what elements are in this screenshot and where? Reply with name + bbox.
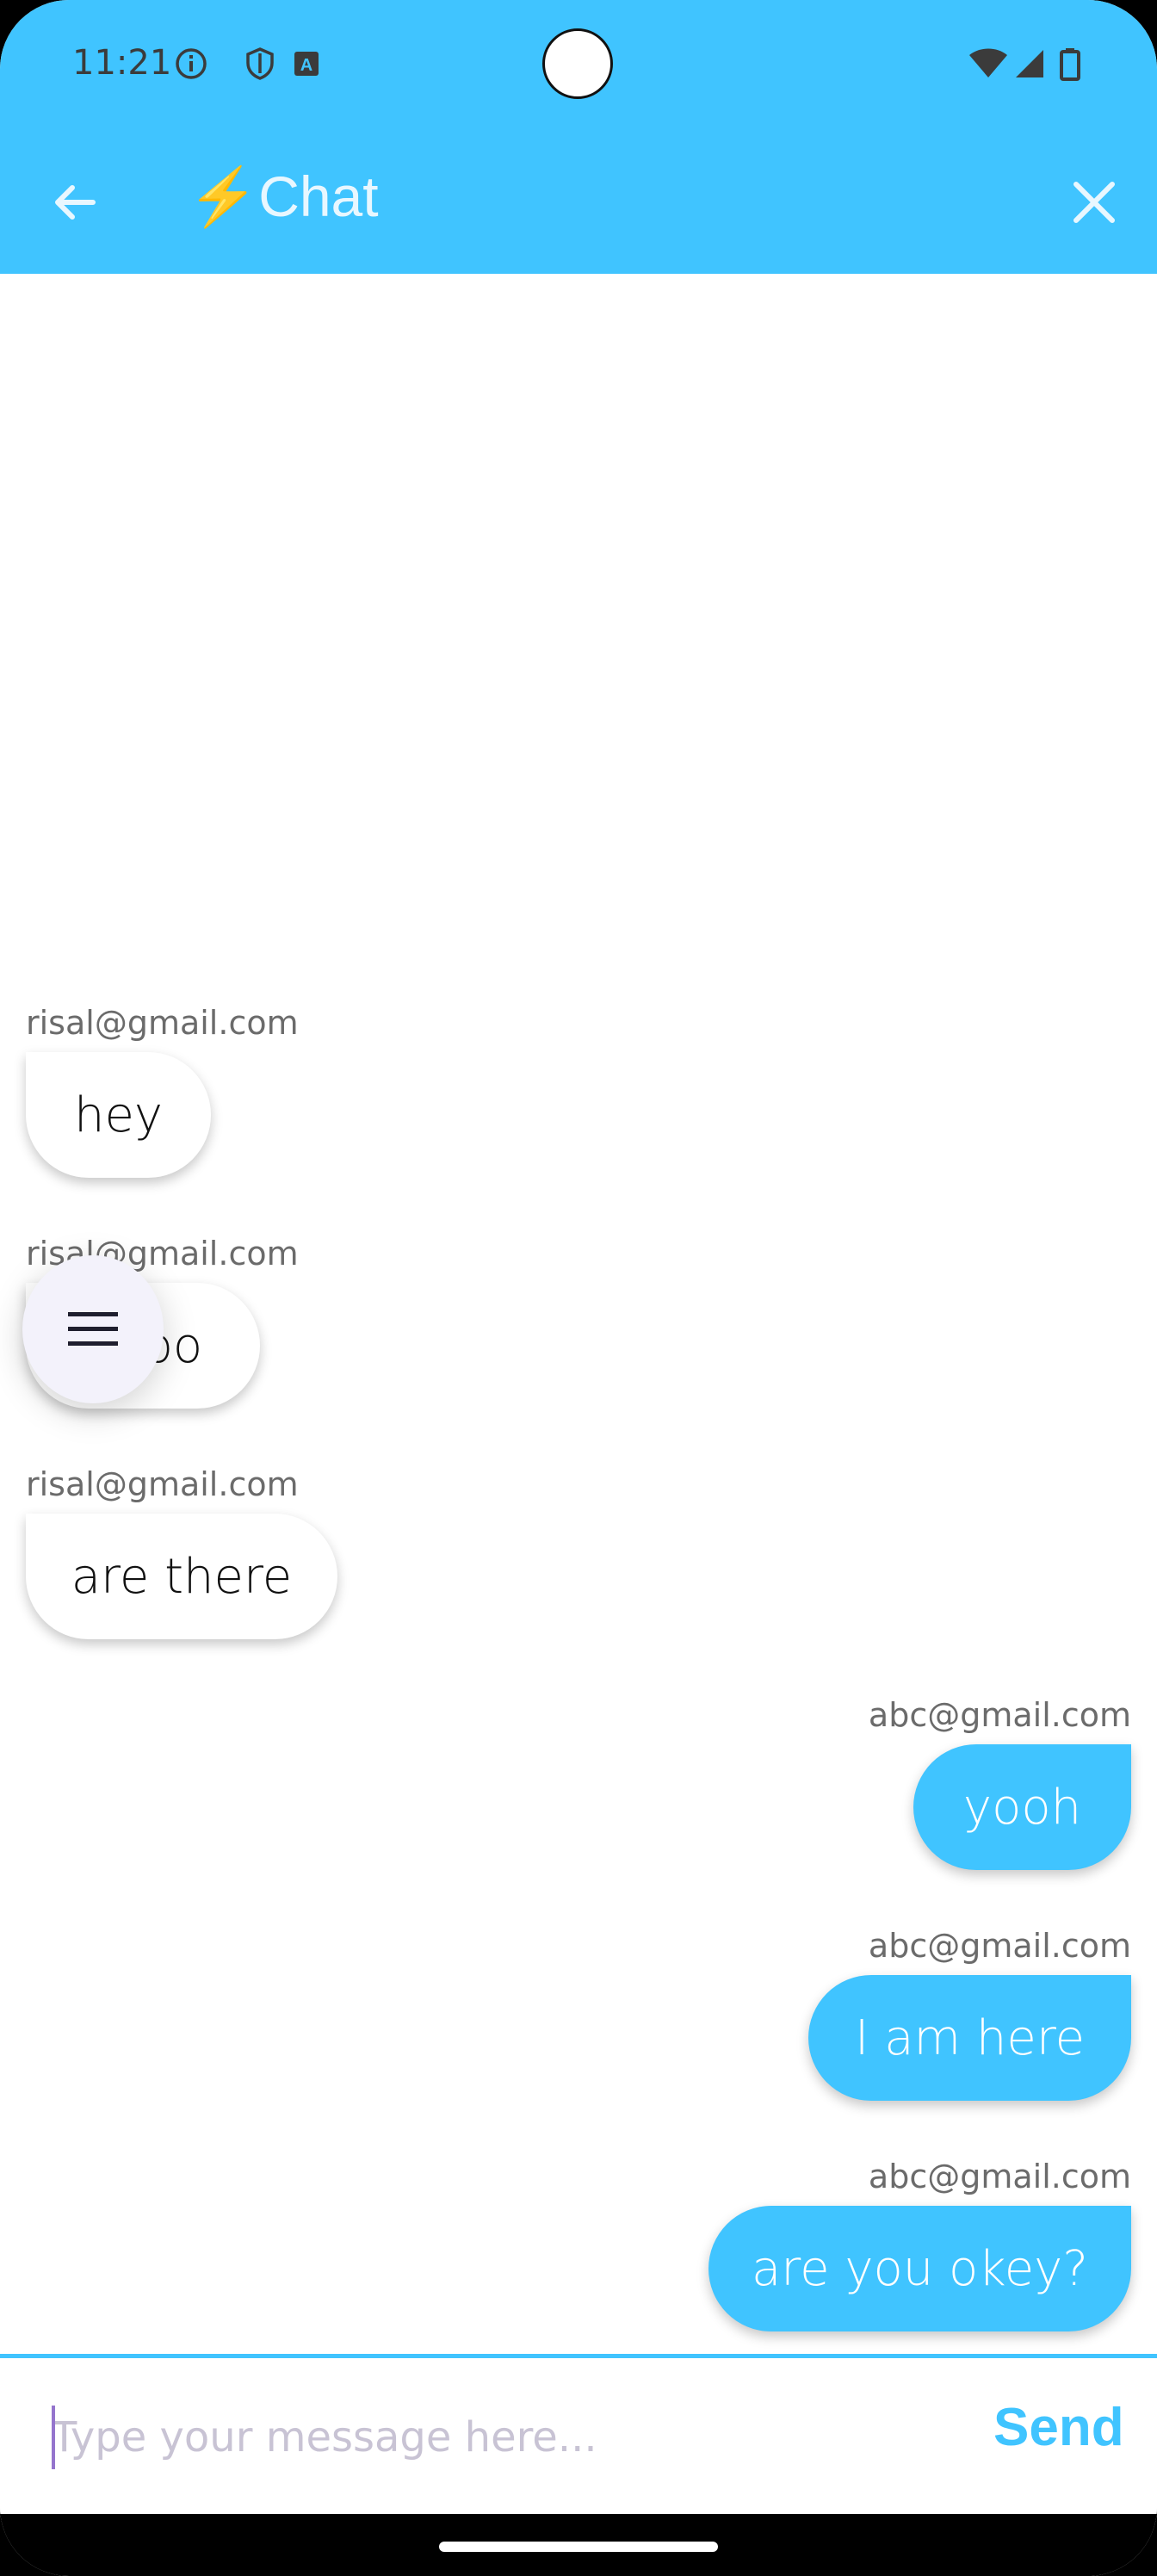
signal-icon [1016,50,1043,77]
status-time: 11:21 [72,43,172,83]
send-button[interactable]: Send [993,2397,1124,2458]
message-sender: abc@gmail.com [868,1927,1131,1965]
message-bubble[interactable]: hey [26,1052,211,1178]
camera-cutout [542,28,613,99]
lightning-icon: ⚡ [188,164,259,228]
back-arrow-icon[interactable] [45,172,105,232]
text-caret [52,2406,55,2469]
wifi-icon [969,48,1007,77]
menu-fab[interactable] [22,1255,164,1403]
close-icon[interactable] [1067,176,1121,229]
page-title: ⚡Chat [188,164,379,231]
chat-screen: 11:21 A ⚡Chat risal@gmail.com hey risal@… [0,0,1157,2576]
message-sender: risal@gmail.com [26,1465,299,1503]
translate-icon: A [294,52,319,76]
message-bubble[interactable]: I am here [808,1975,1131,2101]
message-bubble[interactable]: are you okey? [708,2206,1131,2331]
message-bubble[interactable]: are there [26,1514,337,1639]
message-input[interactable] [52,2399,964,2476]
svg-text:A: A [300,56,312,75]
menu-icon [68,1312,118,1346]
message-sender: risal@gmail.com [26,1004,299,1042]
home-gesture-handle[interactable] [439,2542,718,2552]
page-title-text: Chat [258,164,379,228]
message-sender: abc@gmail.com [868,1696,1131,1734]
message-bubble[interactable]: yooh [913,1744,1131,1870]
battery-icon [1060,48,1080,81]
message-sender: abc@gmail.com [868,2158,1131,2195]
shield-icon [246,47,274,80]
info-icon [176,48,207,79]
